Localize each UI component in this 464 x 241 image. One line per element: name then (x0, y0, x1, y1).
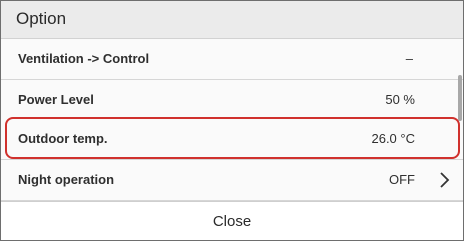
dialog-title: Option (16, 9, 67, 28)
option-row-night-operation[interactable]: Night operation OFF (1, 160, 463, 201)
option-row-label: Ventilation -> Control (18, 51, 150, 66)
option-row-value: OFF (389, 172, 415, 187)
option-dialog: Option Ventilation -> Control – Power Le… (0, 0, 464, 241)
option-row-ventilation-control[interactable]: Ventilation -> Control – (1, 39, 463, 80)
close-button[interactable]: Close (1, 201, 463, 240)
selection-highlight (5, 117, 460, 159)
scrollbar-thumb[interactable] (458, 75, 462, 121)
option-row-value: – (405, 51, 413, 66)
option-row-label: Power Level (18, 92, 94, 107)
chevron-right-icon[interactable] (437, 171, 451, 189)
dialog-header: Option (1, 1, 463, 39)
option-row-power-level[interactable]: Power Level 50 % (1, 80, 463, 121)
close-button-label: Close (212, 213, 252, 230)
option-row-value: 50 % (385, 92, 415, 107)
option-row-label: Night operation (18, 172, 115, 187)
